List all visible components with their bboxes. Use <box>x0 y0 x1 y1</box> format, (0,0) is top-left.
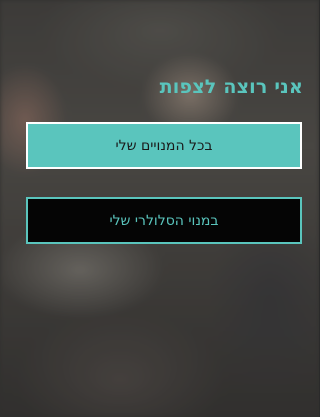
watch-preference-screen: אני רוצה לצפות בכל המנויים שלי במנוי הסל… <box>0 0 319 417</box>
option-cellular-subscription-label: במנוי הסלולרי שלי <box>109 212 219 229</box>
page-title: אני רוצה לצפות <box>159 76 303 98</box>
option-all-subscriptions-label: בכל המנויים שלי <box>115 137 213 154</box>
option-all-subscriptions-button[interactable]: בכל המנויים שלי <box>26 122 302 169</box>
option-cellular-subscription-button[interactable]: במנוי הסלולרי שלי <box>26 197 302 244</box>
